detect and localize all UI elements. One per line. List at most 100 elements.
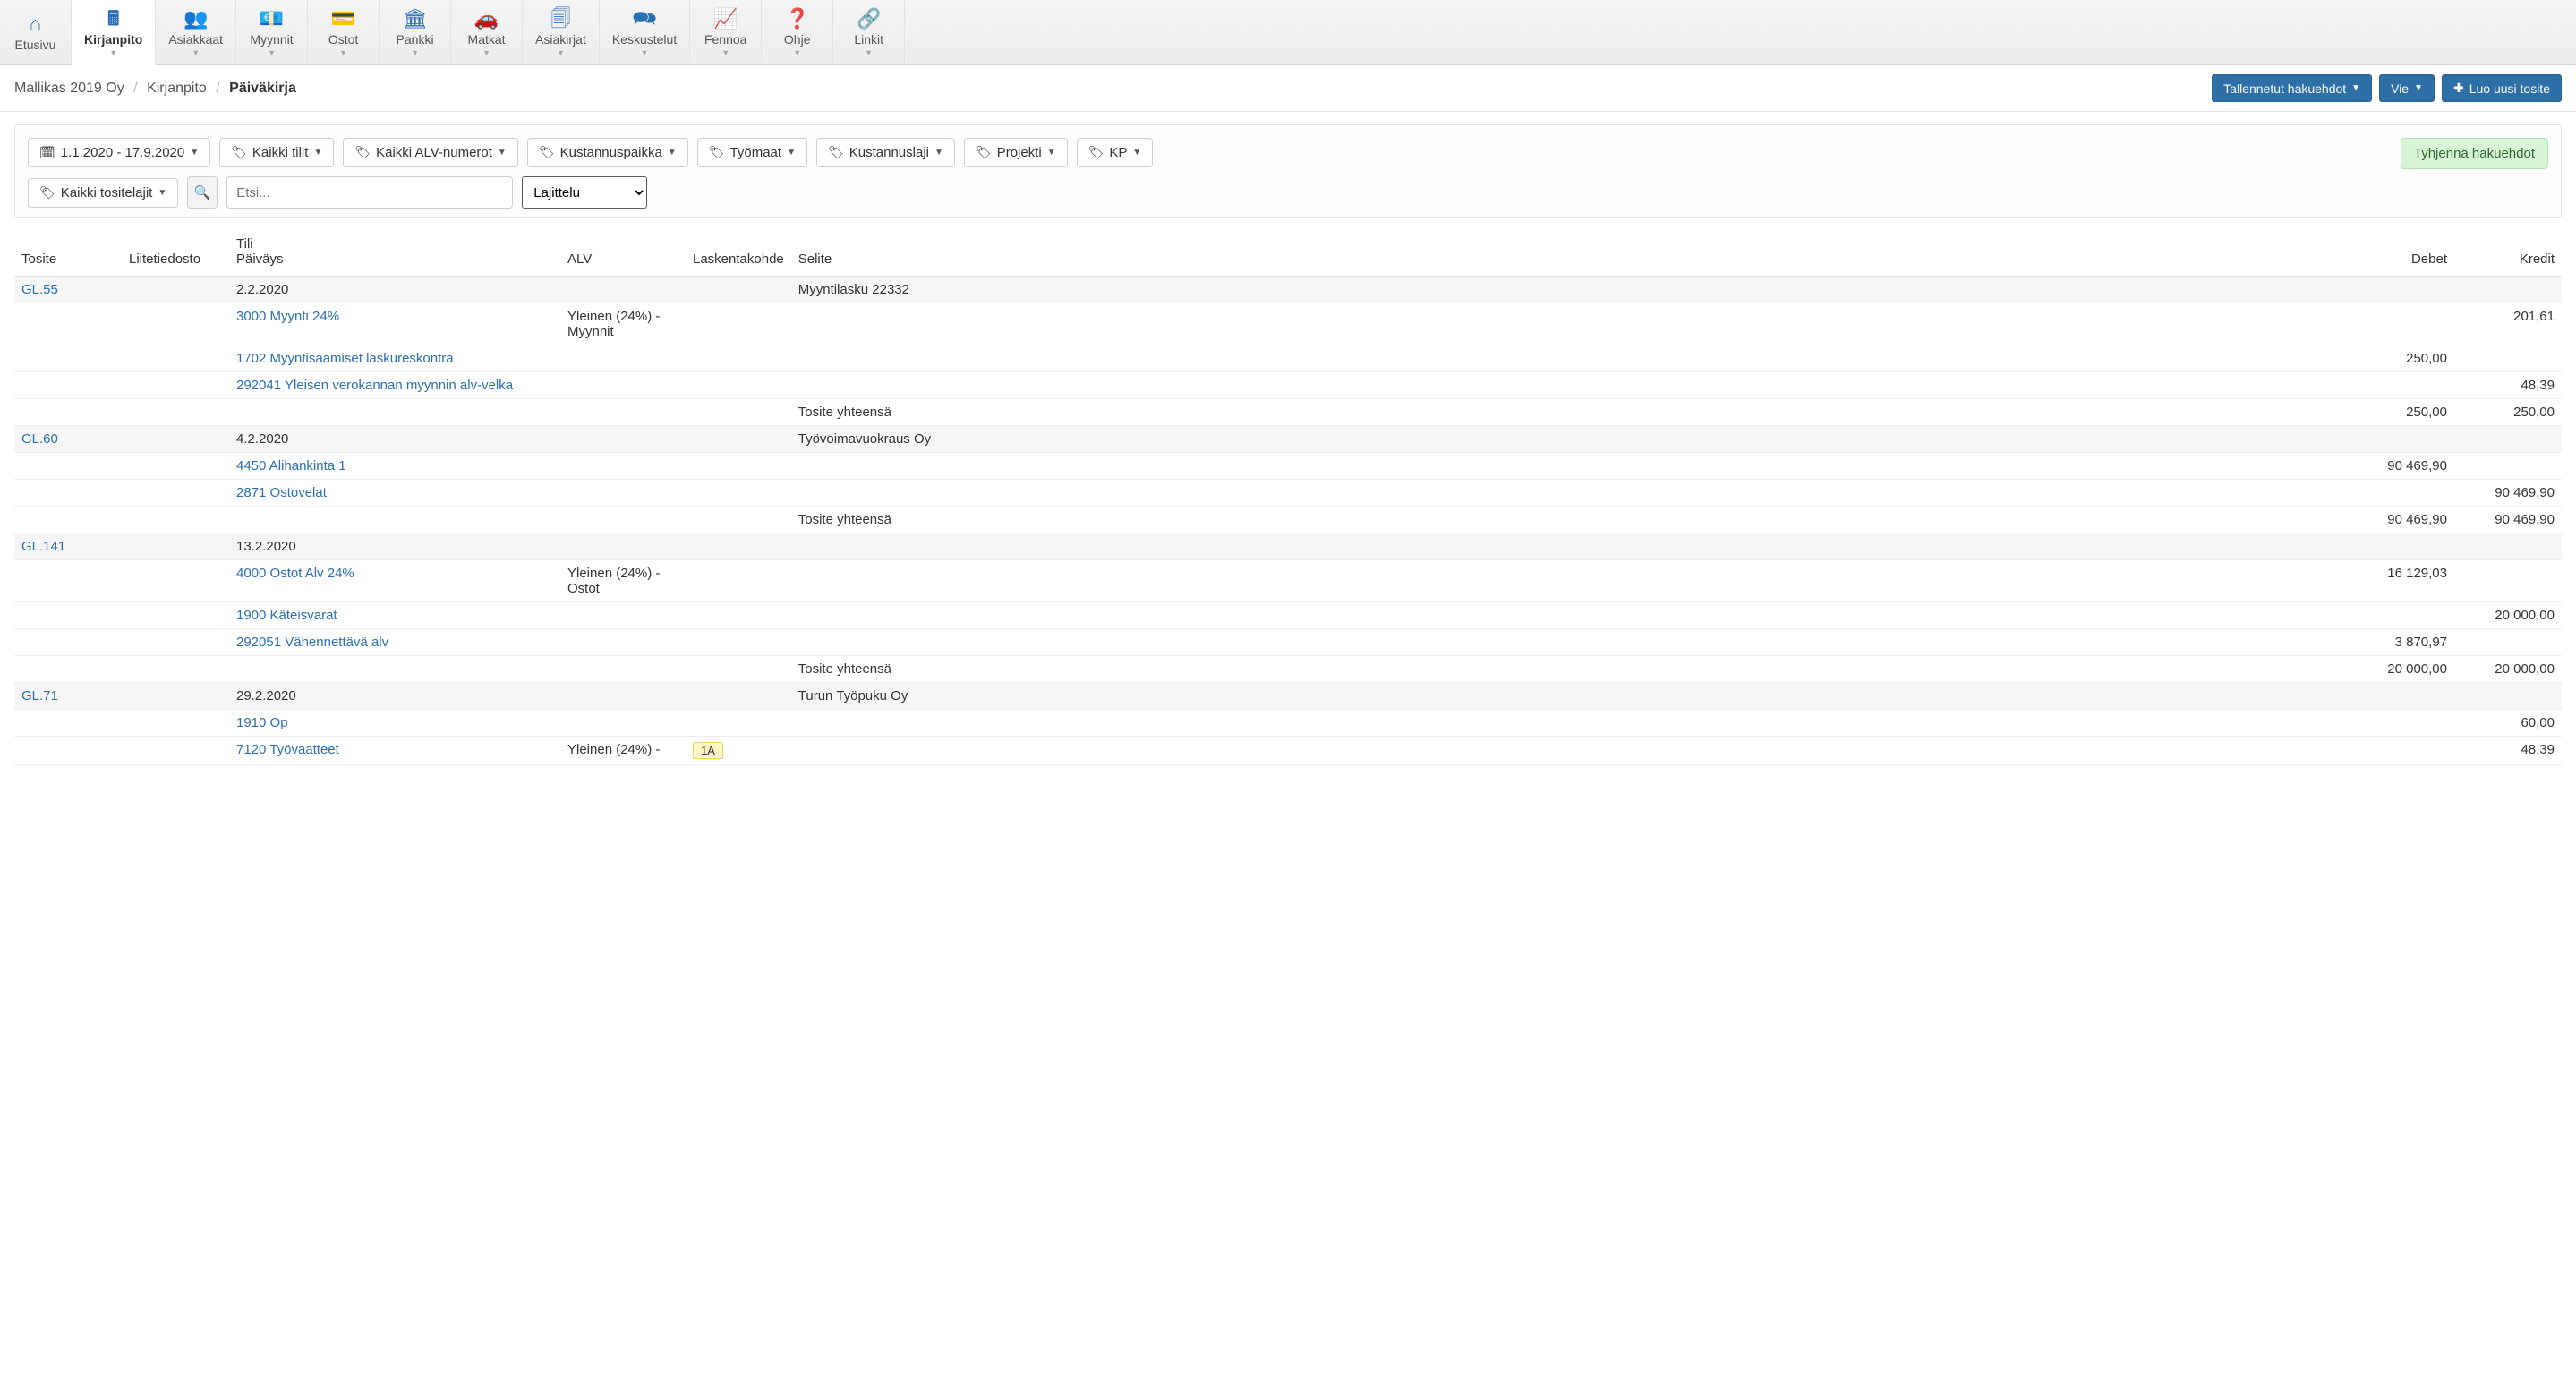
sort-select[interactable]: Lajittelu — [522, 176, 647, 209]
caret-down-icon: ▼ — [641, 48, 649, 57]
col-alv[interactable]: ALV — [560, 231, 686, 277]
vat-filter[interactable]: 🏷 Kaikki ALV-numerot ▼ — [343, 138, 517, 167]
cell-tili-link[interactable]: 4450 Alihankinta 1 — [236, 458, 346, 473]
cell-tili-link[interactable]: 4000 Ostot Alv 24% — [236, 566, 354, 581]
cell-tili: 292041 Yleisen verokannan myynnin alv-ve… — [229, 372, 560, 399]
nav-kirjanpito[interactable]: 🖩Kirjanpito▼ — [72, 0, 156, 65]
breadcrumb: Mallikas 2019 Oy / Kirjanpito / Päiväkir… — [14, 81, 296, 97]
cell-tosite-link[interactable]: GL.60 — [21, 431, 58, 447]
breadcrumb-company[interactable]: Mallikas 2019 Oy — [14, 81, 124, 96]
cell-kredit: 90 469,90 — [2454, 507, 2562, 533]
tag-icon: 🏷 — [1088, 145, 1105, 160]
cell-alv — [560, 629, 686, 656]
caret-down-icon: ▼ — [109, 48, 117, 57]
keskustelut-icon: 🗪 — [632, 9, 656, 29]
voucher-types-filter[interactable]: 🏷 Kaikki tositelajit ▼ — [28, 178, 178, 208]
table-row: 2871 Ostovelat90 469,90 — [14, 480, 2562, 507]
cell-tili-link[interactable]: 2871 Ostovelat — [236, 485, 327, 500]
nav-asiakkaat[interactable]: 👥Asiakkaat▼ — [156, 0, 236, 64]
col-selite[interactable]: Selite — [791, 231, 2347, 277]
nav-matkat[interactable]: 🚗Matkat▼ — [451, 0, 523, 64]
table-row: GL.7129.2.2020Turun Työpuku Oy — [14, 683, 2562, 710]
kp-label: KP — [1109, 145, 1127, 160]
nav-asiakirjat[interactable]: 🗐Asiakirjat▼ — [523, 0, 600, 64]
search-input[interactable] — [226, 176, 513, 209]
saved-searches-button[interactable]: Tallennetut hakuehdot ▼ — [2212, 74, 2372, 102]
date-range-filter[interactable]: 🗓 1.1.2020 - 17.9.2020 ▼ — [28, 138, 210, 167]
kirjanpito-icon: 🖩 — [107, 9, 119, 29]
cell-tili-link[interactable]: 1910 Op — [236, 715, 288, 730]
accounts-filter[interactable]: 🏷 Kaikki tilit ▼ — [219, 138, 334, 167]
kp-filter[interactable]: 🏷 KP ▼ — [1077, 138, 1154, 167]
dimension-badge[interactable]: 1A — [693, 742, 723, 759]
caret-down-icon: ▼ — [158, 188, 166, 198]
breadcrumb-sep: / — [216, 81, 219, 96]
nav-label: Ostot — [328, 32, 358, 47]
cell-kohde — [686, 710, 791, 737]
cell-tili-link[interactable]: 7120 Työvaatteet — [236, 742, 339, 757]
cell-alv — [560, 602, 686, 629]
accounts-label: Kaikki tilit — [252, 145, 309, 160]
cell-alv — [560, 345, 686, 372]
search-button[interactable]: 🔍 — [187, 176, 218, 209]
caret-down-icon: ▼ — [498, 148, 507, 158]
cell-kredit — [2454, 426, 2562, 453]
nav-label: Keskustelut — [612, 32, 677, 47]
cell-tili: 1910 Op — [229, 710, 560, 737]
caret-down-icon: ▼ — [482, 48, 490, 57]
cell-kredit: 20 000,00 — [2454, 656, 2562, 683]
cell-debet — [2347, 303, 2454, 345]
cell-tili: 1900 Käteisvarat — [229, 602, 560, 629]
col-kohde[interactable]: Laskentakohde — [686, 231, 791, 277]
cell-tili: 4000 Ostot Alv 24% — [229, 560, 560, 602]
nav-fennoa[interactable]: 📈Fennoa▼ — [690, 0, 762, 64]
nav-myynnit[interactable]: 💶Myynnit▼ — [236, 0, 308, 64]
asiakirjat-icon: 🗐 — [550, 9, 570, 29]
cell-tili: 7120 Työvaatteet — [229, 737, 560, 765]
nav-ostot[interactable]: 💳Ostot▼ — [308, 0, 380, 64]
cell-tili-link[interactable]: 3000 Myynti 24% — [236, 309, 339, 324]
clear-filters-button[interactable]: Tyhjennä hakuehdot — [2401, 138, 2548, 169]
cell-kredit: 250,00 — [2454, 399, 2562, 426]
col-kredit[interactable]: Kredit — [2454, 231, 2562, 277]
nav-ohje[interactable]: ❓Ohje▼ — [762, 0, 833, 64]
nav-pankki[interactable]: 🏛Pankki▼ — [380, 0, 451, 64]
table-row: 4000 Ostot Alv 24%Yleinen (24%) - Ostot1… — [14, 560, 2562, 602]
cell-alv — [560, 277, 686, 303]
cell-tosite: GL.60 — [14, 426, 122, 453]
cell-tili-link[interactable]: 292041 Yleisen verokannan myynnin alv-ve… — [236, 378, 513, 393]
col-debet[interactable]: Debet — [2347, 231, 2454, 277]
cell-debet — [2347, 372, 2454, 399]
col-liite[interactable]: Liitetiedosto — [122, 231, 229, 277]
table-row: 1910 Op60,00 — [14, 710, 2562, 737]
cell-selite: Tosite yhteensä — [791, 507, 2347, 533]
cost-type-filter[interactable]: 🏷 Kustannuslaji ▼ — [816, 138, 955, 167]
cell-tosite — [14, 710, 122, 737]
cell-tosite-link[interactable]: GL.71 — [21, 688, 58, 704]
cell-liite — [122, 710, 229, 737]
cell-liite — [122, 533, 229, 560]
export-button[interactable]: Vie ▼ — [2379, 74, 2435, 102]
cell-tosite-link[interactable]: GL.141 — [21, 539, 65, 554]
cell-tili-link[interactable]: 1900 Käteisvarat — [236, 608, 337, 623]
sites-filter[interactable]: 🏷 Työmaat ▼ — [697, 138, 807, 167]
table-row: 1900 Käteisvarat20 000,00 — [14, 602, 2562, 629]
nav-linkit[interactable]: 🔗Linkit▼ — [833, 0, 905, 64]
breadcrumb-module[interactable]: Kirjanpito — [147, 81, 207, 96]
cell-tili-link[interactable]: 292051 Vähennettävä alv — [236, 635, 388, 650]
cell-tili-link[interactable]: 1702 Myyntisaamiset laskureskontra — [236, 351, 454, 366]
cell-tosite-link[interactable]: GL.55 — [21, 282, 58, 297]
project-filter[interactable]: 🏷 Projekti ▼ — [964, 138, 1068, 167]
new-voucher-button[interactable]: ✚ Luo uusi tosite — [2442, 74, 2562, 102]
cell-selite: Tosite yhteensä — [791, 656, 2347, 683]
nav-label: Fennoa — [704, 32, 746, 47]
nav-etusivu[interactable]: ⌂Etusivu — [0, 0, 72, 64]
col-tosite[interactable]: Tosite — [14, 231, 122, 277]
export-label: Vie — [2391, 81, 2409, 96]
cost-center-filter[interactable]: 🏷 Kustannuspaikka ▼ — [527, 138, 688, 167]
col-tili[interactable]: Tili Päiväys — [229, 231, 560, 277]
cell-kohde — [686, 372, 791, 399]
nav-keskustelut[interactable]: 🗪 Keskustelut▼ — [600, 0, 690, 64]
cell-paivays: 2.2.2020 — [229, 277, 560, 303]
cell-tili: 1702 Myyntisaamiset laskureskontra — [229, 345, 560, 372]
